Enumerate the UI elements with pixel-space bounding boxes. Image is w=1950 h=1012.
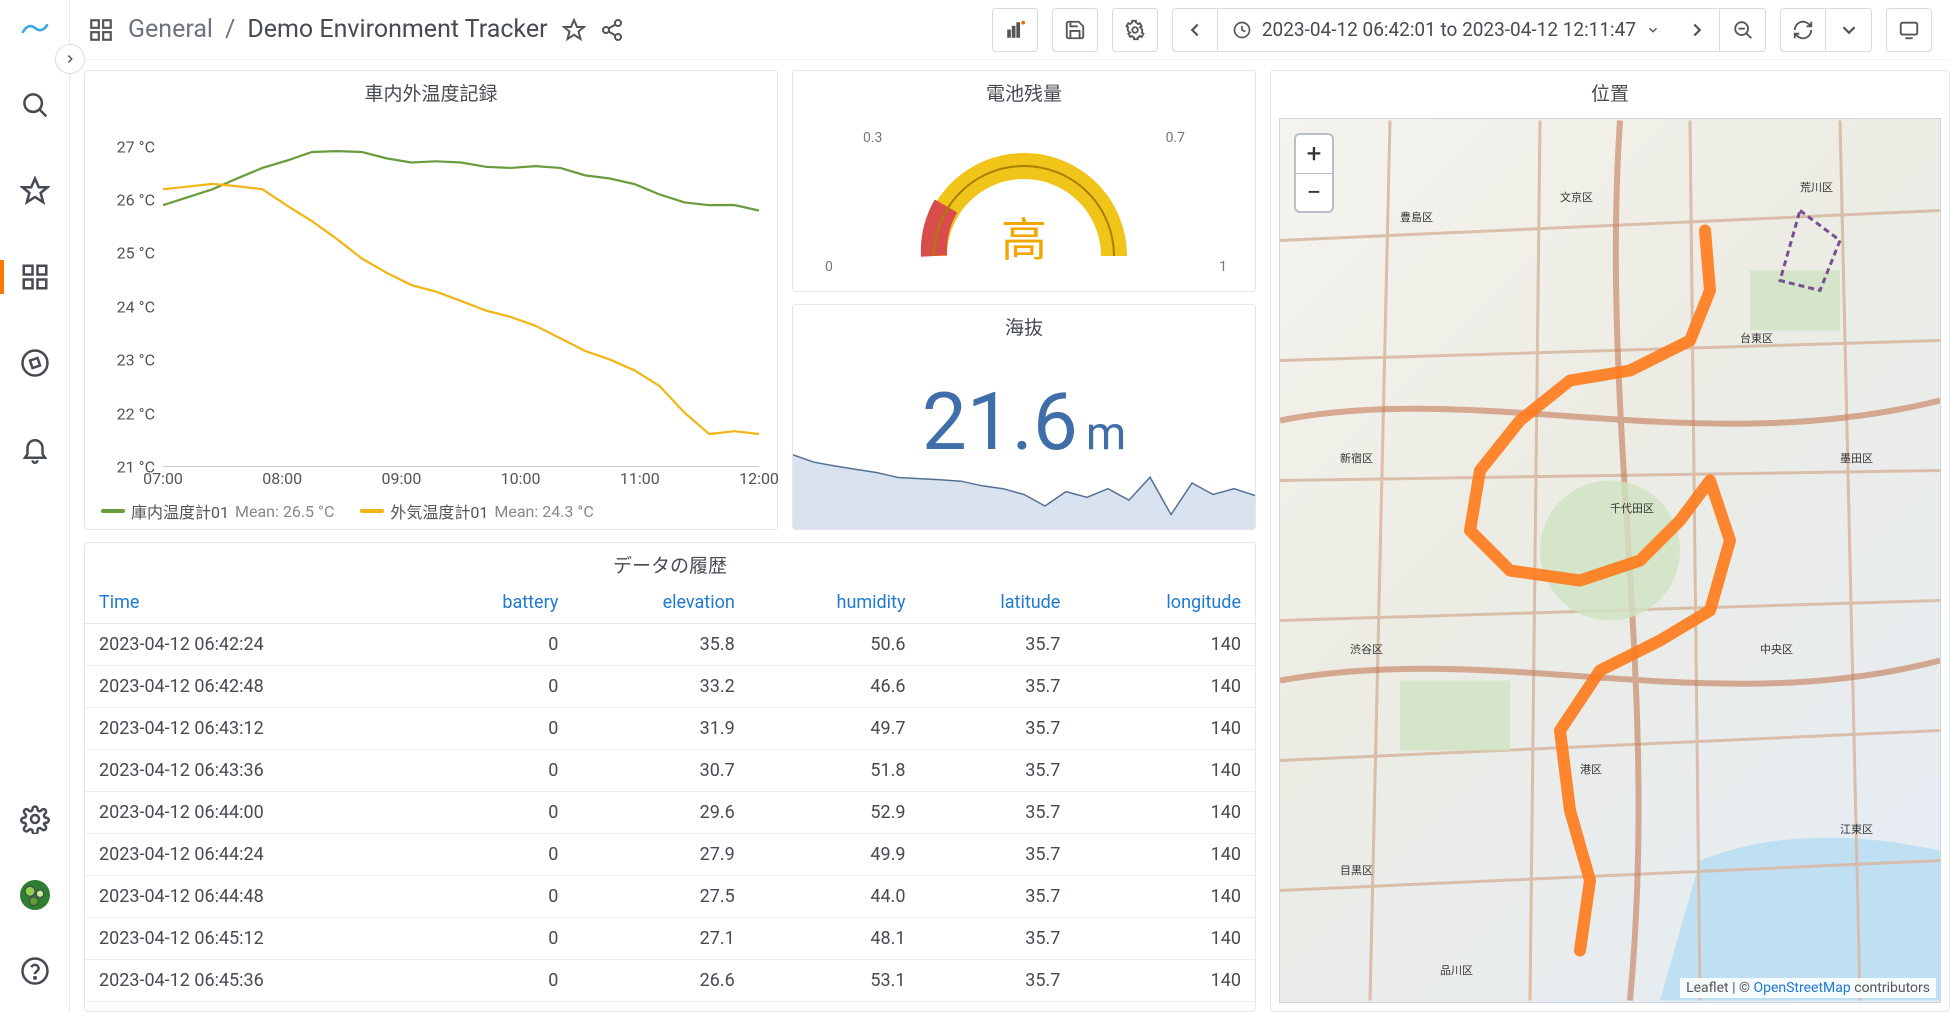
history-title: データの履歴: [85, 543, 1255, 582]
search-icon[interactable]: [12, 82, 58, 128]
page-title[interactable]: Demo Environment Tracker: [247, 15, 547, 44]
legend-item[interactable]: 外気温度計01Mean: 24.3 °C: [360, 499, 593, 523]
map-poi-label: 千代田区: [1610, 500, 1654, 516]
table-row[interactable]: 2023-04-12 06:44:00029.652.935.7140: [85, 792, 1255, 834]
column-longitude[interactable]: longitude: [1074, 582, 1255, 624]
dashboards-breadcrumb-icon[interactable]: [88, 17, 114, 43]
column-elevation[interactable]: elevation: [572, 582, 748, 624]
temperature-panel[interactable]: 車内外温度記録 21 °C22 °C23 °C24 °C25 °C26 °C27…: [84, 70, 778, 530]
avatar[interactable]: [12, 872, 58, 918]
map-title: 位置: [1271, 71, 1949, 110]
map-zoom-controls: + −: [1294, 133, 1334, 213]
zoom-out-button[interactable]: −: [1296, 173, 1332, 211]
battery-title: 電池残量: [793, 71, 1255, 110]
time-picker-group: 2023-04-12 06:42:01 to 2023-04-12 12:11:…: [1172, 8, 1766, 52]
map-attribution: Leaflet | © OpenStreetMap contributors: [1680, 978, 1936, 998]
column-latitude[interactable]: latitude: [919, 582, 1074, 624]
alerting-icon[interactable]: [12, 426, 58, 472]
elevation-panel[interactable]: 海抜 21.6m: [792, 304, 1256, 530]
map-poi-label: 豊島区: [1400, 209, 1433, 225]
add-panel-button[interactable]: [992, 8, 1038, 52]
breadcrumb: General / Demo Environment Tracker: [128, 15, 548, 44]
table-row[interactable]: 2023-04-12 06:42:48033.246.635.7140: [85, 666, 1255, 708]
breadcrumb-folder[interactable]: General: [128, 15, 213, 44]
column-battery[interactable]: battery: [424, 582, 572, 624]
temperature-chart[interactable]: 21 °C22 °C23 °C24 °C25 °C26 °C27 °C 07:0…: [93, 110, 769, 529]
share-icon[interactable]: [600, 18, 624, 42]
elevation-title: 海抜: [793, 305, 1255, 344]
map-poi-label: 台東区: [1740, 330, 1773, 346]
map-poi-label: 渋谷区: [1350, 641, 1383, 657]
brand-logo[interactable]: [19, 18, 51, 42]
expand-sidebar-button[interactable]: [55, 44, 85, 74]
refresh-button[interactable]: [1780, 8, 1826, 52]
table-row[interactable]: 2023-04-12 06:44:48027.544.035.7140: [85, 876, 1255, 918]
map-poi-label: 江東区: [1840, 821, 1873, 837]
sidebar: [0, 0, 70, 1012]
star-icon[interactable]: [562, 18, 586, 42]
time-forward-button[interactable]: [1674, 8, 1720, 52]
map-poi-label: 新宿区: [1340, 450, 1373, 466]
time-back-button[interactable]: [1172, 8, 1218, 52]
table-row[interactable]: 2023-04-12 06:45:36026.653.135.7140: [85, 960, 1255, 1002]
map-poi-label: 中央区: [1760, 641, 1793, 657]
column-humidity[interactable]: humidity: [749, 582, 920, 624]
topbar: General / Demo Environment Tracker 2023-…: [70, 0, 1950, 60]
history-table: Timebatteryelevationhumiditylatitudelong…: [85, 582, 1255, 1002]
zoom-out-button[interactable]: [1720, 8, 1766, 52]
gauge-value: 高: [1001, 204, 1047, 270]
table-row[interactable]: 2023-04-12 06:42:24035.850.635.7140: [85, 624, 1255, 666]
time-picker[interactable]: 2023-04-12 06:42:01 to 2023-04-12 12:11:…: [1218, 8, 1674, 52]
map-poi-label: 墨田区: [1840, 450, 1873, 466]
refresh-group: [1780, 8, 1872, 52]
osm-link[interactable]: OpenStreetMap: [1753, 980, 1850, 996]
map-panel[interactable]: 位置: [1270, 70, 1950, 1012]
tv-mode-button[interactable]: [1886, 8, 1932, 52]
breadcrumb-sep: /: [225, 15, 235, 44]
column-time[interactable]: Time: [85, 582, 424, 624]
starred-icon[interactable]: [12, 168, 58, 214]
dashboard-settings-button[interactable]: [1112, 8, 1158, 52]
legend-item[interactable]: 庫内温度計01Mean: 26.5 °C: [101, 499, 334, 523]
save-button[interactable]: [1052, 8, 1098, 52]
map-poi-label: 文京区: [1560, 189, 1593, 205]
battery-panel[interactable]: 電池残量 0 0.3 0.7 1 高: [792, 70, 1256, 292]
map-poi-label: 品川区: [1440, 962, 1473, 978]
map-poi-label: 港区: [1580, 761, 1602, 777]
dashboards-icon[interactable]: [12, 254, 58, 300]
settings-icon[interactable]: [12, 796, 58, 842]
time-range-text: 2023-04-12 06:42:01 to 2023-04-12 12:11:…: [1262, 18, 1636, 41]
map-poi-label: 荒川区: [1800, 179, 1833, 195]
refresh-interval-button[interactable]: [1826, 8, 1872, 52]
history-panel[interactable]: データの履歴 Timebatteryelevationhumiditylatit…: [84, 542, 1256, 1012]
table-row[interactable]: 2023-04-12 06:44:24027.949.935.7140: [85, 834, 1255, 876]
table-row[interactable]: 2023-04-12 06:43:12031.949.735.7140: [85, 708, 1255, 750]
help-icon[interactable]: [12, 948, 58, 994]
zoom-in-button[interactable]: +: [1296, 135, 1332, 173]
map-canvas[interactable]: + − 文京区豊島区新宿区渋谷区 千代田区中央区港区江東区 台東区墨田区 荒川区目黒区…: [1279, 118, 1941, 1003]
table-row[interactable]: 2023-04-12 06:43:36030.751.835.7140: [85, 750, 1255, 792]
explore-icon[interactable]: [12, 340, 58, 386]
temperature-title: 車内外温度記録: [85, 71, 777, 110]
map-poi-label: 目黒区: [1340, 862, 1373, 878]
table-row[interactable]: 2023-04-12 06:45:12027.148.135.7140: [85, 918, 1255, 960]
